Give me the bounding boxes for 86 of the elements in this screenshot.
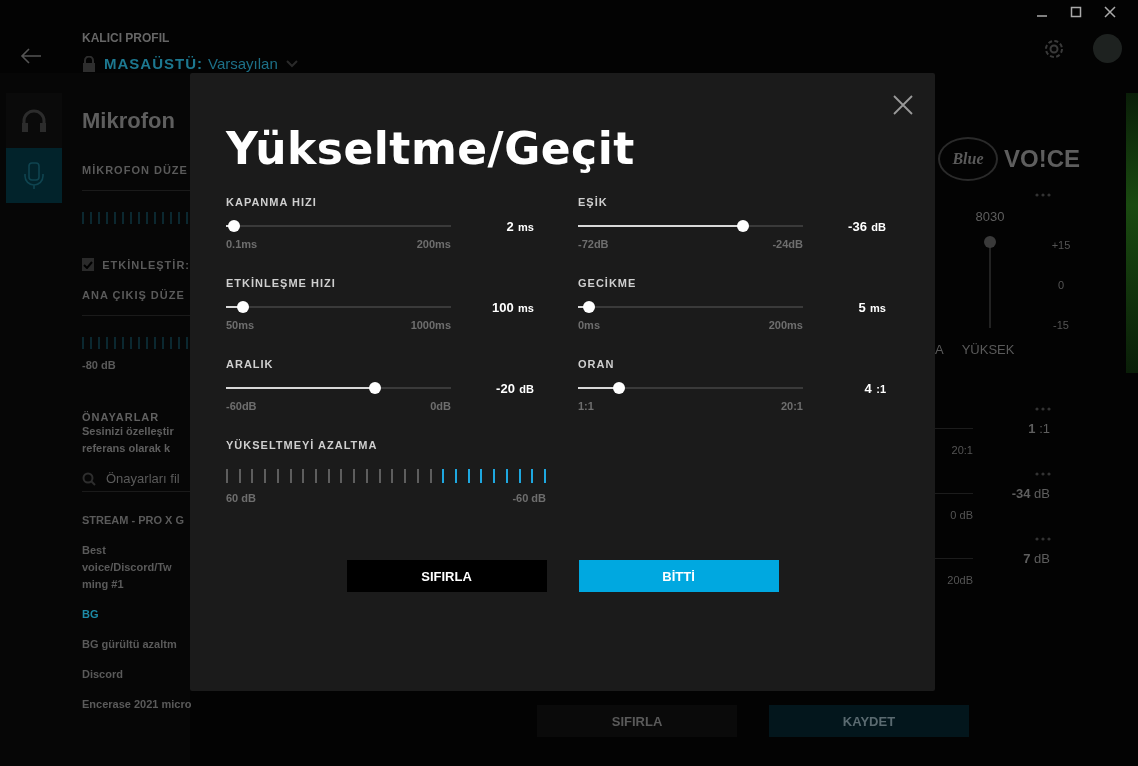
reset-button[interactable]: SIFIRLA — [537, 705, 737, 737]
scale-label: +15 — [1051, 239, 1071, 251]
meter-max-label: -60 dB — [512, 492, 546, 504]
save-button[interactable]: KAYDET — [769, 705, 969, 737]
meter-label: YÜKSELTMEYİ AZALTMA — [226, 439, 379, 453]
frequency-label: 8030 — [975, 209, 1005, 224]
slider-max-label: 0 dB — [949, 509, 973, 521]
profile-selector[interactable]: MASAÜSTÜ: Varsayılan — [82, 55, 298, 72]
slider-min-label: 1:1 — [578, 400, 594, 412]
preset-item[interactable]: STREAM - PRO X G — [82, 512, 190, 529]
preset-item[interactable]: Discord — [82, 666, 190, 683]
preset-item[interactable]: Encerase 2021 micro — [82, 696, 190, 713]
meter-min-label: -80 dB — [82, 359, 117, 371]
slider-max-label: -24dB — [772, 238, 803, 250]
slider-min-label: 0ms — [578, 319, 601, 331]
section-label: MİKROFON DÜZE — [82, 164, 189, 176]
slider-max-label: 1000ms — [410, 319, 451, 331]
slider[interactable] — [226, 380, 451, 396]
checkbox-label: ETKİNLEŞTİR: — [102, 258, 190, 271]
preset-search-field[interactable]: Önayarları fil — [82, 471, 190, 492]
slider-value: 100 ms — [491, 299, 534, 316]
scale-label: 0 — [1057, 279, 1065, 291]
slider-max-label: 20:1 — [780, 400, 803, 412]
band-label: A — [935, 342, 944, 357]
preset-item[interactable]: BG gürültü azaltm — [82, 636, 190, 653]
slider[interactable] — [226, 299, 451, 315]
slider-thumb[interactable] — [737, 220, 750, 232]
slider-value: 7 dB — [1023, 551, 1050, 566]
slider-label: ARALIK — [226, 358, 275, 372]
slider-label: GECİKME — [578, 277, 638, 291]
profile-label: KALICI PROFIL — [82, 31, 171, 45]
microphone-icon — [22, 161, 46, 190]
logo-badge: Blue — [938, 137, 998, 181]
preset-item[interactable]: BG — [82, 606, 190, 623]
slider-value: 2 ms — [506, 218, 534, 235]
dialog-title: Yükseltme/Geçit — [226, 122, 636, 176]
slider-value: 5 ms — [858, 299, 886, 316]
slider[interactable] — [226, 218, 451, 234]
section-label: ÖNAYARLAR — [82, 411, 161, 423]
preset-item[interactable]: Best voice/Discord/Tw ming #1 — [82, 542, 190, 593]
slider-value: -34 dB — [1011, 486, 1050, 501]
close-window-icon[interactable] — [1104, 6, 1116, 18]
slider-value: -36 dB — [848, 218, 886, 235]
scale-label: -15 — [1053, 319, 1069, 331]
slider-value: 1 :1 — [1028, 421, 1050, 436]
chevron-down-icon — [285, 59, 298, 68]
slider-max-label: 0dB — [430, 400, 451, 412]
meter-min-label: 60 dB — [226, 492, 256, 504]
band-label: YÜKSEK — [961, 342, 1015, 357]
reset-button[interactable]: SIFIRLA — [346, 560, 547, 592]
slider-max-label: 200ms — [416, 238, 451, 250]
headphones-icon — [21, 108, 47, 133]
slider-value: -20 dB — [496, 380, 534, 397]
slider-thumb[interactable] — [368, 382, 381, 394]
close-icon[interactable] — [893, 95, 913, 115]
slider-thumb[interactable] — [984, 235, 996, 248]
checkbox[interactable] — [82, 258, 95, 271]
slider-max-label: 200ms — [768, 319, 803, 331]
slider[interactable] — [578, 218, 803, 234]
maximize-icon[interactable] — [1070, 6, 1082, 18]
slider-max-label: 20:1 — [950, 444, 973, 456]
slider-label: EŞİK — [578, 196, 609, 210]
slider-thumb[interactable] — [227, 220, 240, 232]
slider-thumb[interactable] — [612, 382, 625, 394]
logo-text: VO!CE — [1004, 145, 1080, 173]
slider-min-label: 50ms — [226, 319, 255, 331]
slider-label: ORAN — [578, 358, 616, 372]
slider-label: KAPANMA HIZI — [226, 196, 318, 210]
description-text: referans olarak k — [82, 441, 172, 456]
slider-thumb[interactable] — [583, 301, 596, 313]
slider-max-label: 20dB — [946, 574, 973, 586]
slider[interactable] — [578, 299, 803, 315]
back-arrow-icon[interactable] — [20, 47, 42, 64]
slider[interactable] — [578, 380, 803, 396]
done-button[interactable]: BİTTİ — [578, 560, 779, 592]
slider-min-label: 0.1ms — [226, 238, 258, 250]
description-text: Sesinizi özelleştir — [82, 424, 175, 439]
slider-thumb[interactable] — [236, 301, 249, 313]
slider-value: 4 :1 — [864, 380, 886, 397]
lock-icon — [82, 55, 96, 72]
panel-title: Mikrofon — [82, 108, 176, 134]
search-icon — [82, 471, 96, 486]
slider-label: ETKİNLEŞME HIZI — [226, 277, 337, 291]
slider-min-label: -60dB — [226, 400, 257, 412]
section-label: ANA ÇIKIŞ DÜZE — [82, 289, 186, 301]
slider-min-label: -72dB — [578, 238, 609, 250]
